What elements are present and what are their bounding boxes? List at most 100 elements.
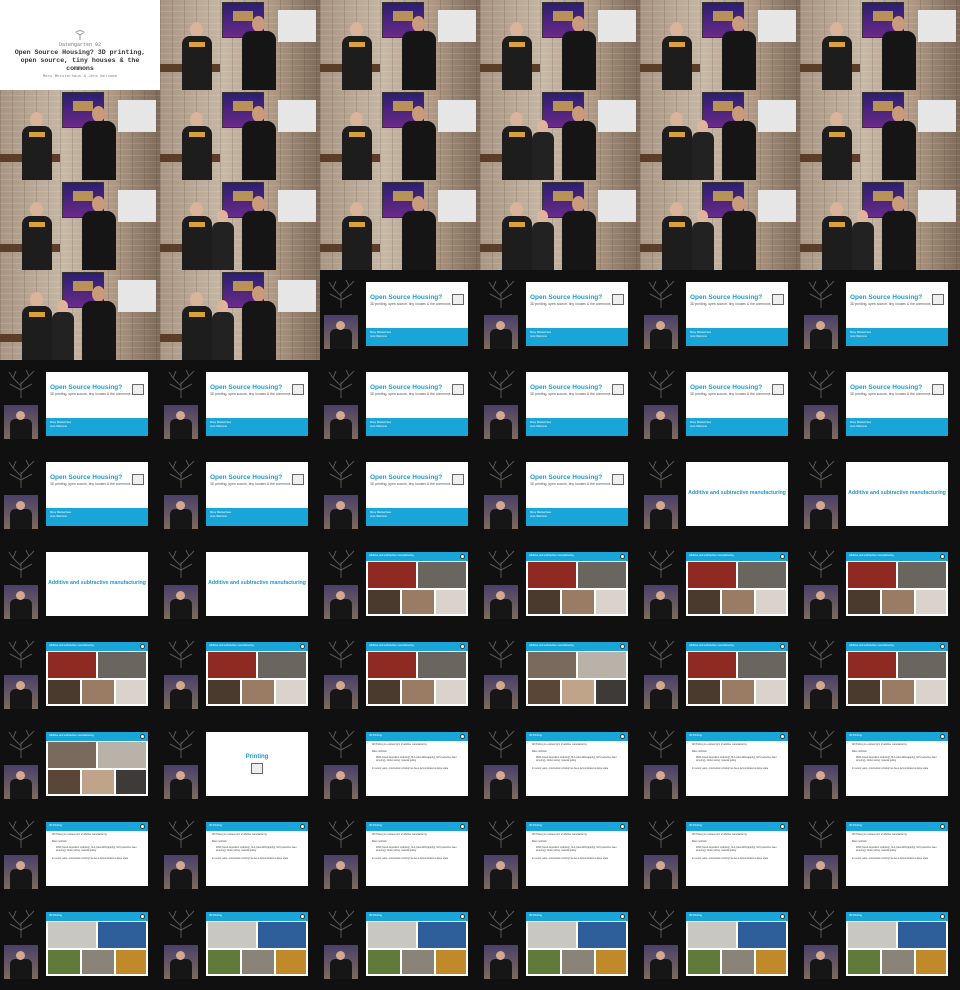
- speaker-pip: [484, 495, 518, 529]
- speaker-middle: [212, 300, 234, 360]
- slide-bullet: Main methods:: [532, 751, 548, 753]
- slide-bullet: Main methods:: [532, 841, 548, 843]
- slide-photo: [98, 742, 146, 768]
- tree-icon: [328, 729, 355, 758]
- slide-frame: 3D Printing: [0, 900, 160, 990]
- slide-photo: [368, 680, 400, 704]
- slide-photo: [258, 922, 306, 948]
- slide-frame: 3D Printing: [480, 900, 640, 990]
- slide-header: Additive and subtractive manufacturing: [689, 644, 734, 647]
- speaker-right: [242, 286, 276, 360]
- slide-frame: Open Source Housing? 3D printing, open so…: [320, 360, 480, 450]
- presentation-slide: Additive and subtractive manufacturing: [686, 642, 788, 706]
- slide-header: 3D Printing: [529, 734, 542, 737]
- computer-icon: [452, 384, 464, 395]
- slide-photo: [368, 922, 416, 948]
- slide-logo-icon: [620, 914, 625, 919]
- slide-header: 3D Printing: [369, 734, 382, 737]
- presentation-slide: Additive and subtractive manufacturing: [206, 642, 308, 706]
- speaker-middle: [852, 210, 874, 270]
- tree-icon: [488, 909, 515, 938]
- slide-photo: [562, 590, 594, 614]
- slide-meta-2: Jens Welcome: [530, 515, 547, 518]
- speaker-right: [562, 106, 596, 180]
- tree-icon: [168, 549, 195, 578]
- slide-frame: Open Source Housing? 3D printing, open so…: [320, 450, 480, 540]
- speaker-right: [882, 106, 916, 180]
- slide-photo: [48, 742, 96, 768]
- presentation-slide: Additive and subtractive manufacturing: [846, 462, 948, 526]
- presentation-slide: Printing: [206, 732, 308, 796]
- slide-frame: Additive and subtractive manufacturing: [800, 450, 960, 540]
- presentation-slide: 3D Printing: [46, 912, 148, 976]
- presentation-slide: 3D Printing 3D Printing is a subset form …: [686, 732, 788, 796]
- slide-bullet: Main methods:: [372, 751, 388, 753]
- slide-bullet: In recent years, construction printing h…: [372, 768, 449, 770]
- tree-icon: [168, 369, 195, 398]
- speaker-right: [562, 196, 596, 270]
- slide-frame: 3D Printing 3D Printing is a subset form …: [640, 720, 800, 810]
- presentation-slide: Additive and subtractive manufacturing: [686, 462, 788, 526]
- slide-bullet: In recent years, construction printing h…: [692, 768, 769, 770]
- slide-frame: 3D Printing 3D Printing is a subset form …: [480, 810, 640, 900]
- slide-bullet: FDM (fused deposition modeling), SLA (st…: [696, 757, 777, 762]
- slide-header: 3D Printing: [209, 914, 222, 917]
- presentation-slide: Open Source Housing? 3D printing, open so…: [366, 462, 468, 526]
- presentation-slide: Additive and subtractive manufacturing: [366, 642, 468, 706]
- speaker-pip: [644, 765, 678, 799]
- tree-icon: [808, 549, 835, 578]
- slide-bullet: 3D Printing is a subset form of additive…: [852, 744, 908, 746]
- slide-logo-icon: [460, 914, 465, 919]
- slide-frame: 3D Printing 3D Printing is a subset form …: [800, 810, 960, 900]
- speakers-line: Maxy Meisterhaus & Jens Welcome: [42, 75, 118, 79]
- slide-header: 3D Printing: [49, 914, 62, 917]
- slide-title: Additive and subtractive manufacturing: [848, 490, 946, 496]
- slide-bullet: Main methods:: [52, 841, 68, 843]
- slide-photo: [276, 950, 306, 974]
- speaker-pip: [164, 405, 198, 439]
- camera-frame: [640, 90, 800, 180]
- presentation-slide: Additive and subtractive manufacturing: [46, 732, 148, 796]
- speaker-pip: [324, 765, 358, 799]
- speaker-pip: [324, 675, 358, 709]
- slide-photo: [242, 680, 274, 704]
- slide-photo: [578, 562, 626, 588]
- slide-photo: [208, 922, 256, 948]
- tree-icon: [808, 909, 835, 938]
- slide-subtitle: 3D printing, open source, tiny houses & …: [850, 392, 931, 396]
- slide-meta-2: Jens Welcome: [850, 335, 867, 338]
- slide-photo: [436, 680, 466, 704]
- camera-frame: [320, 180, 480, 270]
- computer-icon: [292, 384, 304, 395]
- slide-photo: [722, 950, 754, 974]
- slide-photo: [916, 680, 946, 704]
- presentation-slide: Additive and subtractive manufacturing: [846, 642, 948, 706]
- slide-subtitle: 3D printing, open source, tiny houses & …: [370, 392, 451, 396]
- speaker-pip: [804, 765, 838, 799]
- slide-meta-2: Jens Welcome: [850, 425, 867, 428]
- tree-icon: [168, 909, 195, 938]
- slide-meta-2: Jens Welcome: [50, 425, 67, 428]
- tree-icon: [488, 279, 515, 308]
- slide-frame: 3D Printing 3D Printing is a subset form …: [0, 810, 160, 900]
- slide-frame: Open Source Housing? 3D printing, open so…: [480, 360, 640, 450]
- slide-frame: 3D Printing 3D Printing is a subset form …: [320, 720, 480, 810]
- tree-icon: [648, 459, 675, 488]
- camera-frame: [0, 90, 160, 180]
- speaker-left: [342, 202, 372, 270]
- slide-logo-icon: [300, 824, 305, 829]
- tree-icon: [808, 279, 835, 308]
- tree-icon: [808, 459, 835, 488]
- presentation-slide: 3D Printing 3D Printing is a subset form …: [526, 822, 628, 886]
- slide-header: Additive and subtractive manufacturing: [849, 644, 894, 647]
- tree-icon: [488, 819, 515, 848]
- speaker-pip: [644, 585, 678, 619]
- slide-title: Open Source Housing?: [370, 474, 443, 481]
- speaker-pip: [484, 315, 518, 349]
- speaker-pip: [4, 855, 38, 889]
- slide-logo-icon: [940, 914, 945, 919]
- tree-icon: [328, 909, 355, 938]
- tree-icon: [648, 279, 675, 308]
- slide-subtitle: 3D printing, open source, tiny houses & …: [850, 302, 931, 306]
- slide-header: Additive and subtractive manufacturing: [849, 554, 894, 557]
